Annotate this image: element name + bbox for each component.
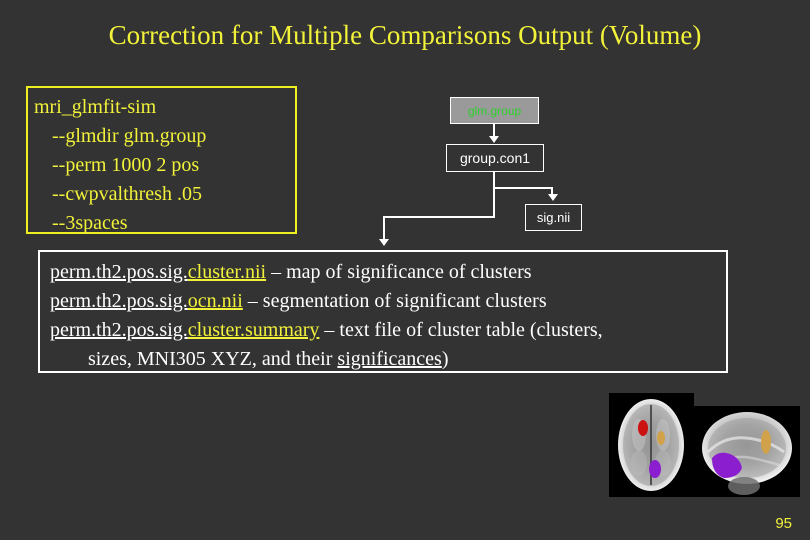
axial-brain-svg	[609, 393, 694, 497]
output-line: perm.th2.pos.sig.ocn.nii – segmentation …	[50, 287, 726, 316]
cluster-purple	[649, 460, 661, 478]
output-file-prefix: perm.th2.pos.sig.	[50, 261, 188, 283]
sagittal-brain-svg	[694, 406, 800, 497]
arrowhead-icon	[489, 136, 499, 143]
cluster-tan	[657, 431, 665, 445]
output-file-prefix: perm.th2.pos.sig.	[50, 319, 188, 341]
command-line: --perm 1000 2 pos	[52, 154, 200, 176]
diagram-node-label: sig.nii	[536, 210, 571, 225]
connector-line	[383, 216, 495, 218]
connector-line	[493, 172, 495, 218]
sagittal-brain-slice	[694, 406, 800, 497]
diagram-node-label: group.con1	[459, 150, 531, 166]
command-line: --glmdir glm.group	[52, 125, 207, 147]
diagram-node-label: glm.group	[467, 103, 522, 118]
diagram-node-glm-group: glm.group	[450, 97, 539, 124]
output-description-box: perm.th2.pos.sig.cluster.nii – map of si…	[38, 250, 728, 373]
output-line-suffix: – segmentation of significant clusters	[242, 290, 547, 312]
diagram-node-sig-nii: sig.nii	[525, 204, 582, 231]
output-line: perm.th2.pos.sig.cluster.nii – map of si…	[50, 258, 726, 287]
output-line: perm.th2.pos.sig.cluster.summary – text …	[50, 316, 726, 345]
axial-brain-slice	[609, 393, 694, 497]
output-line: sizes, MNI305 XYZ, and their significanc…	[50, 345, 726, 374]
output-line-suffix: – text file of cluster table (clusters,	[319, 319, 603, 341]
slide-root: Correction for Multiple Comparisons Outp…	[0, 0, 810, 540]
command-box: mri_glmfit-sim --glmdir glm.group --perm…	[26, 86, 297, 234]
command-line: --cwpvalthresh .05	[52, 183, 202, 205]
connector-line	[493, 187, 553, 189]
output-underlined-word: significances	[337, 348, 442, 370]
output-file-prefix: perm.th2.pos.sig.	[50, 290, 188, 312]
output-file-highlight: ocn.nii	[187, 290, 243, 312]
arrowhead-icon	[548, 194, 558, 201]
output-file-highlight: cluster.summary	[187, 319, 320, 341]
diagram-node-group-con1: group.con1	[446, 144, 544, 172]
arrowhead-icon	[379, 239, 389, 246]
page-number: 95	[775, 515, 792, 532]
command-line: --3spaces	[52, 212, 128, 234]
output-line-suffix: – map of significance of clusters	[266, 261, 532, 283]
command-line: mri_glmfit-sim	[34, 96, 157, 118]
cluster-tan	[761, 430, 771, 454]
cluster-red	[638, 420, 648, 436]
output-file-highlight: cluster.nii	[187, 261, 267, 283]
brain-image-group	[609, 393, 800, 497]
output-line-continuation: sizes, MNI305 XYZ, and their significanc…	[88, 348, 449, 370]
page-title: Correction for Multiple Comparisons Outp…	[108, 20, 702, 50]
